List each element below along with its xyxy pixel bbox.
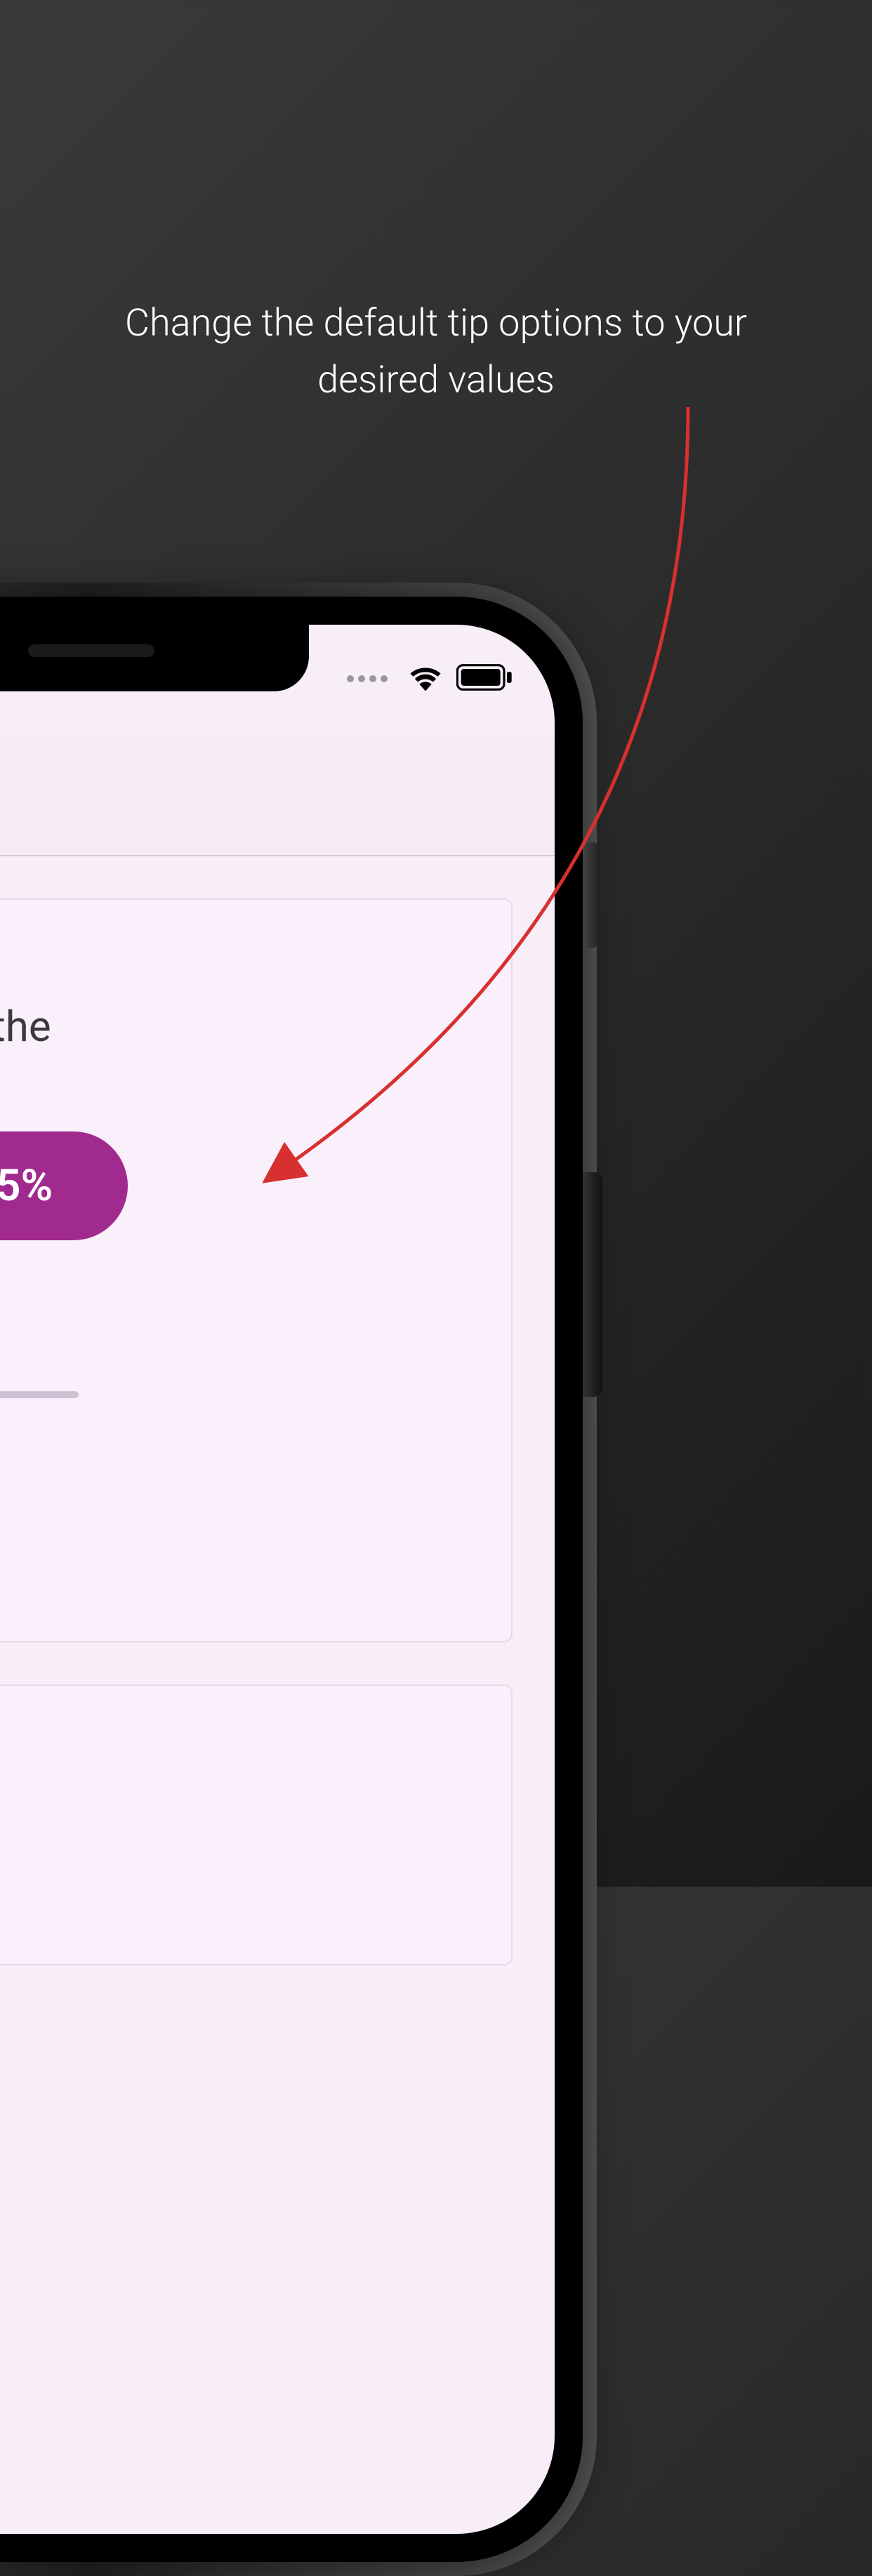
tip-option-15[interactable]: 15%: [0, 1131, 128, 1240]
phone-device-frame: ngs sing one and using the 12% 15% Defau…: [0, 597, 583, 2562]
promo-caption: Change the default tip options to your d…: [85, 295, 787, 409]
tip-settings-card: sing one and using the 12% 15% Defaults: [0, 898, 513, 1642]
screen-content: ngs sing one and using the 12% 15% Defau…: [0, 625, 555, 2534]
tip-options-row: 12% 15%: [0, 1131, 128, 1240]
phone-side-button: [583, 1172, 602, 1397]
phone-volume-button: [583, 842, 600, 948]
settings-card-below: [0, 1685, 513, 1965]
tip-instruction-text: sing one and using the: [0, 1002, 51, 1051]
phone-notch: [0, 625, 309, 691]
header-section: [0, 737, 555, 856]
phone-speaker: [28, 644, 154, 657]
tip-slider[interactable]: [0, 1391, 79, 1398]
phone-screen: ngs sing one and using the 12% 15% Defau…: [0, 625, 555, 2534]
